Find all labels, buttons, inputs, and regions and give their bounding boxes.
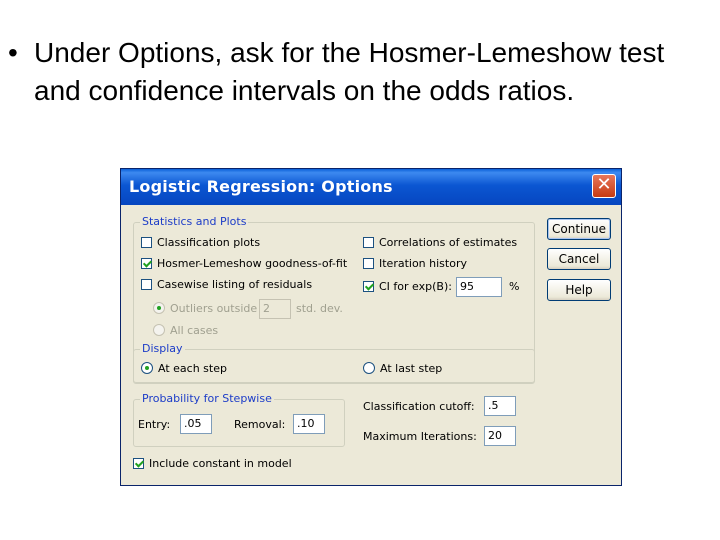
- at-each-step-radio-button[interactable]: [141, 362, 153, 374]
- title-bar: Logistic Regression: Options ✕: [121, 169, 621, 205]
- at-each-step-label: At each step: [158, 362, 227, 375]
- entry-field[interactable]: .05: [180, 414, 212, 434]
- close-icon: ✕: [596, 174, 612, 195]
- hosmer-lemeshow-box[interactable]: [141, 258, 152, 269]
- maximum-iterations-field[interactable]: 20: [484, 426, 516, 446]
- entry-label: Entry:: [138, 418, 171, 431]
- at-last-step-radio[interactable]: At last step: [363, 362, 442, 375]
- std-dev-unit-label: std. dev.: [296, 302, 343, 315]
- classification-plots-box[interactable]: [141, 237, 152, 248]
- bullet-glyph: •: [8, 37, 18, 68]
- all-cases-radio[interactable]: All cases: [153, 324, 218, 337]
- stepwise-legend: Probability for Stepwise: [140, 392, 274, 405]
- continue-button[interactable]: Continue: [547, 218, 611, 240]
- removal-label: Removal:: [234, 418, 286, 431]
- casewise-listing-label: Casewise listing of residuals: [157, 278, 313, 291]
- casewise-listing-checkbox[interactable]: Casewise listing of residuals: [141, 278, 312, 291]
- include-constant-box[interactable]: [133, 458, 144, 469]
- classification-cutoff-field[interactable]: .5: [484, 396, 516, 416]
- iteration-history-box[interactable]: [363, 258, 374, 269]
- include-constant-checkbox[interactable]: Include constant in model: [133, 457, 292, 470]
- ci-level-field[interactable]: 95: [456, 277, 502, 297]
- cancel-button[interactable]: Cancel: [547, 248, 611, 270]
- classification-plots-label: Classification plots: [157, 236, 261, 249]
- hosmer-lemeshow-label: Hosmer-Lemeshow goodness-of-fit: [157, 257, 348, 270]
- outliers-std-dev-field[interactable]: 2: [259, 299, 291, 319]
- maximum-iterations-label: Maximum Iterations:: [363, 430, 477, 443]
- dialog-title: Logistic Regression: Options: [129, 177, 393, 196]
- ci-exp-b-checkbox[interactable]: CI for exp(B):: [363, 280, 452, 293]
- casewise-listing-box[interactable]: [141, 279, 152, 290]
- all-cases-radio-button[interactable]: [153, 324, 165, 336]
- at-last-step-label: At last step: [380, 362, 443, 375]
- ci-exp-b-box[interactable]: [363, 281, 374, 292]
- classification-plots-checkbox[interactable]: Classification plots: [141, 236, 260, 249]
- help-button[interactable]: Help: [547, 279, 611, 301]
- include-constant-label: Include constant in model: [149, 457, 292, 470]
- correlations-label: Correlations of estimates: [379, 236, 518, 249]
- at-each-step-radio[interactable]: At each step: [141, 362, 227, 375]
- outliers-outside-radio[interactable]: Outliers outside: [153, 302, 257, 315]
- outliers-outside-radio-button[interactable]: [153, 302, 165, 314]
- iteration-history-checkbox[interactable]: Iteration history: [363, 257, 467, 270]
- correlations-box[interactable]: [363, 237, 374, 248]
- outliers-outside-label: Outliers outside: [170, 302, 258, 315]
- slide-bullet-point: • Under Options, ask for the Hosmer-Leme…: [8, 34, 708, 110]
- close-button[interactable]: ✕: [592, 174, 616, 198]
- all-cases-label: All cases: [170, 324, 219, 337]
- bullet-text: Under Options, ask for the Hosmer-Lemesh…: [34, 37, 665, 106]
- at-last-step-radio-button[interactable]: [363, 362, 375, 374]
- ci-exp-b-label: CI for exp(B):: [379, 280, 452, 293]
- ci-percent-label: %: [509, 280, 520, 293]
- removal-field[interactable]: .10: [293, 414, 325, 434]
- logistic-regression-options-dialog: Logistic Regression: Options ✕ Statistic…: [120, 168, 622, 486]
- classification-cutoff-label: Classification cutoff:: [363, 400, 475, 413]
- statistics-and-plots-legend: Statistics and Plots: [140, 215, 249, 228]
- display-legend: Display: [140, 342, 185, 355]
- iteration-history-label: Iteration history: [379, 257, 467, 270]
- hosmer-lemeshow-checkbox[interactable]: Hosmer-Lemeshow goodness-of-fit: [141, 257, 347, 270]
- correlations-checkbox[interactable]: Correlations of estimates: [363, 236, 517, 249]
